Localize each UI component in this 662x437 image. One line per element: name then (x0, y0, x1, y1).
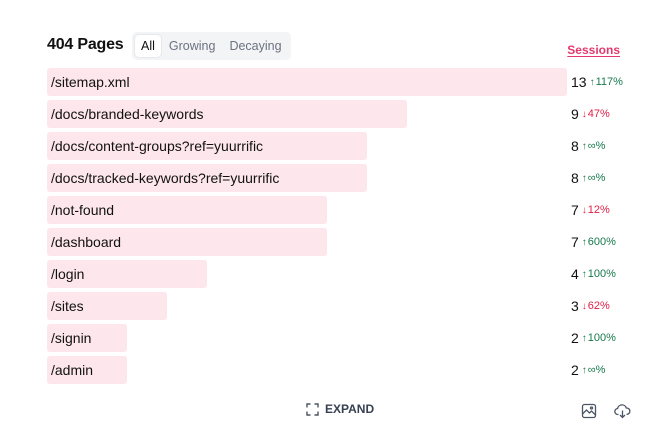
session-metric: 7 ↓ 12% (571, 196, 610, 224)
change-badge: ↓ 47% (582, 108, 610, 120)
export-image-button[interactable] (581, 403, 597, 419)
session-count: 2 (571, 362, 579, 378)
expand-label: EXPAND (325, 402, 375, 416)
table-row[interactable]: /not-found 7 ↓ 12% (47, 196, 620, 224)
change-percent: 47% (587, 108, 610, 120)
change-percent: ∞% (587, 364, 606, 376)
arrow-down-icon: ↓ (581, 300, 587, 312)
change-badge: ↑ 600% (582, 236, 616, 248)
change-badge: ↓ 62% (582, 300, 610, 312)
arrow-up-icon: ↑ (581, 172, 587, 184)
table-row[interactable]: /sitemap.xml 13 ↑ 117% (47, 68, 623, 96)
session-count: 9 (571, 106, 579, 122)
page-path[interactable]: /docs/tracked-keywords?ref=yuurrific (51, 164, 279, 192)
change-badge: ↑ 100% (582, 332, 616, 344)
page-path[interactable]: /signin (51, 324, 91, 352)
table-row[interactable]: /docs/content-groups?ref=yuurrific 8 ↑ ∞% (47, 132, 620, 160)
image-icon (581, 403, 597, 419)
cloud-download-icon (614, 404, 631, 419)
table-row[interactable]: /dashboard 7 ↑ 600% (47, 228, 620, 256)
page-path[interactable]: /not-found (51, 196, 114, 224)
page-path[interactable]: /sites (51, 292, 84, 320)
change-badge: ↑ ∞% (582, 172, 606, 184)
change-percent: 100% (587, 332, 616, 344)
download-button[interactable] (614, 403, 631, 419)
tab-all[interactable]: All (135, 35, 161, 57)
session-metric: 3 ↓ 62% (571, 292, 610, 320)
table-row[interactable]: /signin 2 ↑ 100% (47, 324, 620, 352)
session-metric: 2 ↑ 100% (571, 324, 616, 352)
session-count: 3 (571, 298, 579, 314)
page-path[interactable]: /dashboard (51, 228, 121, 256)
table-row[interactable]: /login 4 ↑ 100% (47, 260, 620, 288)
expand-button[interactable]: EXPAND (306, 402, 374, 416)
page-path[interactable]: /sitemap.xml (51, 68, 130, 96)
change-badge: ↑ 100% (582, 268, 616, 280)
session-count: 4 (571, 266, 579, 282)
change-percent: 100% (587, 268, 616, 280)
session-metric: 13 ↑ 117% (571, 68, 623, 96)
session-count: 8 (571, 138, 579, 154)
arrow-up-icon: ↑ (581, 332, 587, 344)
session-count: 7 (571, 202, 579, 218)
change-percent: 12% (587, 204, 610, 216)
table-row[interactable]: /docs/branded-keywords 9 ↓ 47% (47, 100, 620, 128)
sessions-column-header[interactable]: Sessions (567, 43, 620, 57)
arrow-up-icon: ↑ (581, 268, 587, 280)
expand-icon (306, 402, 319, 416)
table-row[interactable]: /docs/tracked-keywords?ref=yuurrific 8 ↑ ∞% (47, 164, 620, 192)
table-row[interactable]: /admin 2 ↑ ∞% (47, 356, 620, 384)
panel-footer: EXPAND (0, 400, 662, 424)
arrow-up-icon: ↑ (581, 140, 587, 152)
change-percent: ∞% (587, 140, 606, 152)
change-badge: ↓ 12% (582, 204, 610, 216)
change-badge: ↑ ∞% (582, 140, 606, 152)
page-path[interactable]: /admin (51, 356, 93, 384)
arrow-down-icon: ↓ (581, 108, 587, 120)
session-metric: 9 ↓ 47% (571, 100, 610, 128)
arrow-up-icon: ↑ (581, 364, 587, 376)
session-count: 8 (571, 170, 579, 186)
page-path[interactable]: /docs/branded-keywords (51, 100, 204, 128)
page-path[interactable]: /docs/content-groups?ref=yuurrific (51, 132, 263, 160)
session-metric: 8 ↑ ∞% (571, 132, 605, 160)
panel-header: 404 Pages All Growing Decaying Sessions (47, 32, 620, 60)
page-title: 404 Pages (47, 36, 124, 53)
filter-tabs: All Growing Decaying (132, 32, 291, 60)
session-count: 2 (571, 330, 579, 346)
change-percent: ∞% (587, 172, 606, 184)
tab-decaying[interactable]: Decaying (223, 35, 287, 57)
tab-growing[interactable]: Growing (163, 35, 222, 57)
pages-list: /sitemap.xml 13 ↑ 117%/docs/branded-keyword… (47, 68, 623, 388)
table-row[interactable]: /sites 3 ↓ 62% (47, 292, 620, 320)
arrow-up-icon: ↑ (581, 236, 587, 248)
change-percent: 62% (587, 300, 610, 312)
session-count: 13 (571, 74, 587, 90)
change-percent: 600% (587, 236, 616, 248)
session-metric: 7 ↑ 600% (571, 228, 616, 256)
session-metric: 8 ↑ ∞% (571, 164, 605, 192)
session-metric: 4 ↑ 100% (571, 260, 616, 288)
arrow-up-icon: ↑ (589, 76, 595, 88)
change-badge: ↑ 117% (590, 76, 623, 88)
session-metric: 2 ↑ ∞% (571, 356, 605, 384)
page-path[interactable]: /login (51, 260, 84, 288)
arrow-down-icon: ↓ (581, 204, 587, 216)
change-badge: ↑ ∞% (582, 364, 606, 376)
session-count: 7 (571, 234, 579, 250)
change-percent: 117% (595, 76, 623, 88)
